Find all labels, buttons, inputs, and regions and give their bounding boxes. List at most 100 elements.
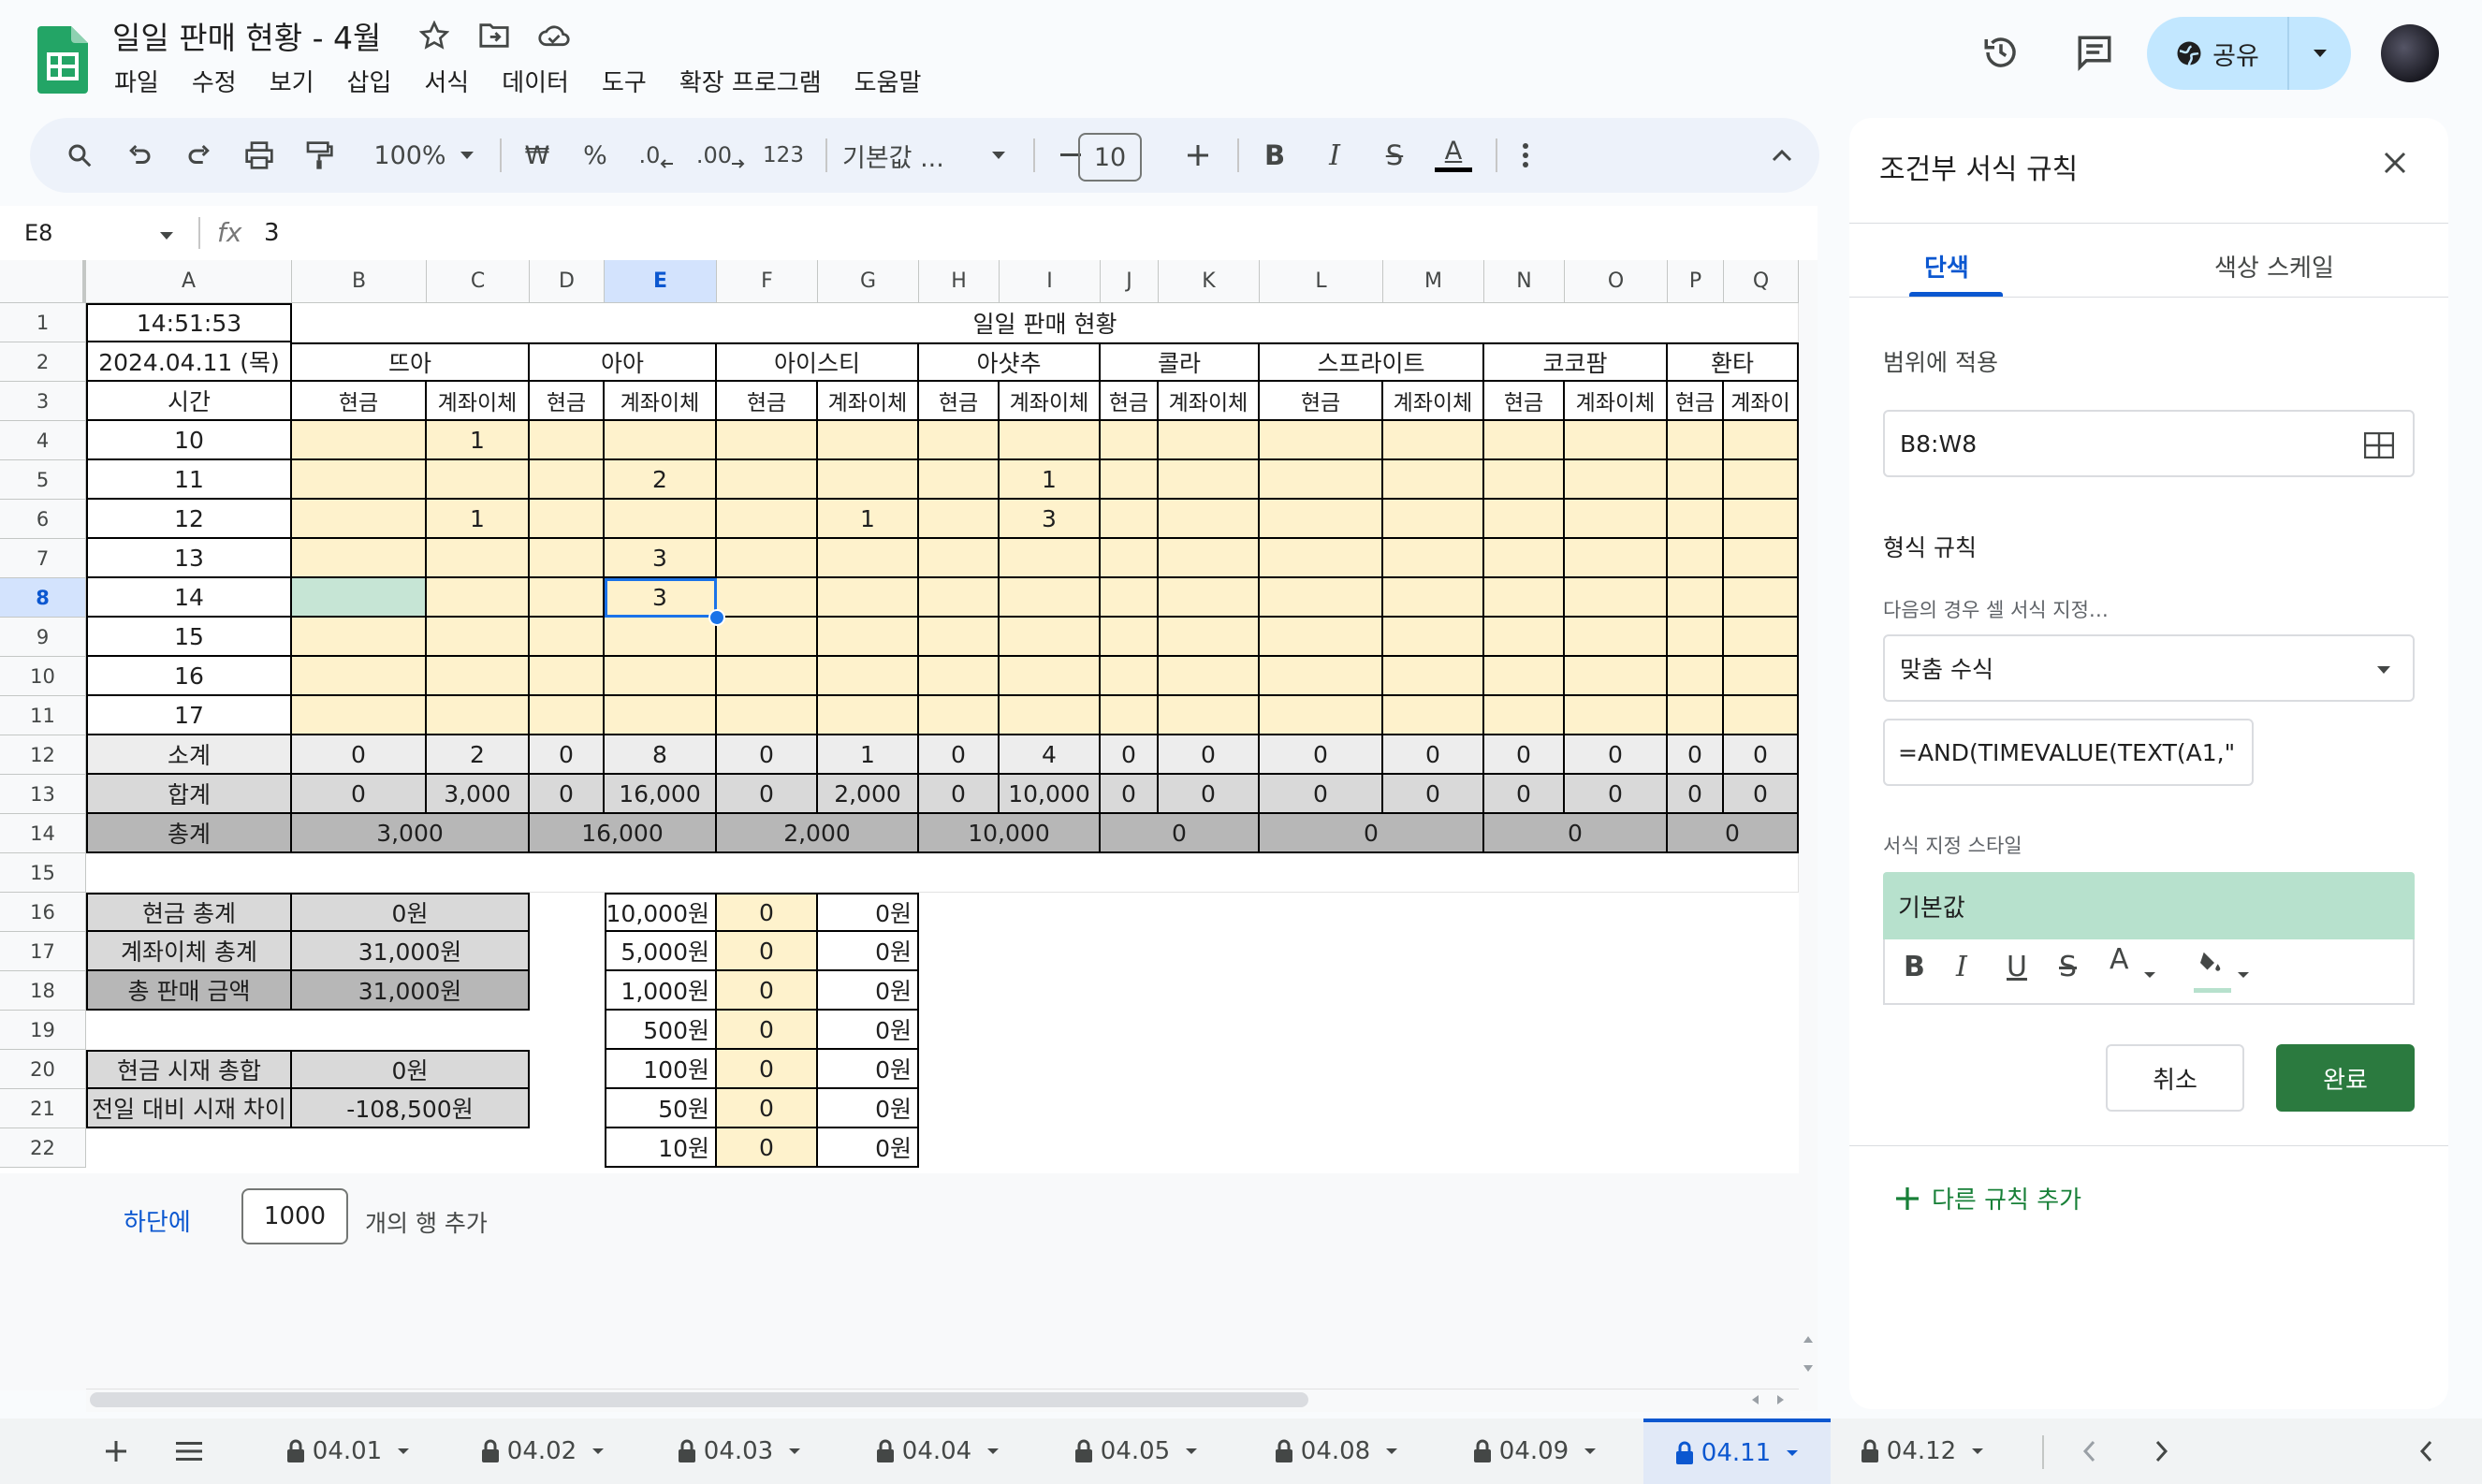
total-cell[interactable]: 0 — [1260, 814, 1484, 853]
hour-cell[interactable]: 17 — [86, 696, 292, 735]
add-rows-count-input[interactable]: 1000 — [241, 1188, 348, 1244]
sheet-tab-menu-icon[interactable] — [1385, 1448, 1398, 1455]
payment-header[interactable]: 계좌이체 — [427, 382, 530, 421]
sales-cell[interactable] — [1159, 539, 1260, 578]
sales-cell[interactable] — [605, 421, 717, 460]
denomination-amount-cell[interactable]: 0원 — [818, 932, 919, 971]
summary-value[interactable]: 0원 — [292, 1050, 530, 1089]
sales-cell[interactable] — [1484, 460, 1565, 500]
summary-value[interactable]: 31,000원 — [292, 971, 530, 1011]
comments-icon[interactable] — [2070, 28, 2119, 77]
sum-cell[interactable]: 2,000 — [818, 775, 919, 814]
sum-cell[interactable]: 0 — [1383, 775, 1484, 814]
total-label[interactable]: 총계 — [86, 814, 292, 853]
payment-header[interactable]: 계좌이체 — [1565, 382, 1668, 421]
denomination-cell[interactable]: 500원 — [605, 1011, 717, 1050]
style-text-color-button[interactable]: A — [2110, 943, 2129, 976]
row-header[interactable]: 14 — [0, 814, 86, 853]
subtotal-cell[interactable]: 0 — [292, 735, 427, 775]
sales-cell[interactable] — [530, 657, 605, 696]
sum-cell[interactable]: 16,000 — [605, 775, 717, 814]
sales-cell[interactable] — [427, 460, 530, 500]
summary-label[interactable]: 총 판매 금액 — [86, 971, 292, 1011]
condition-select[interactable]: 맞춤 수식 — [1883, 634, 2415, 702]
sum-cell[interactable]: 0 — [1159, 775, 1260, 814]
row-header[interactable]: 10 — [0, 657, 86, 696]
name-box-dropdown-icon[interactable] — [159, 226, 174, 244]
font-size-input[interactable]: 10 — [1078, 133, 1142, 182]
hour-cell[interactable]: 16 — [86, 657, 292, 696]
payment-header[interactable]: 계좌이체 — [1000, 382, 1101, 421]
denomination-count-cell[interactable]: 0 — [717, 1089, 818, 1128]
sales-cell[interactable] — [1383, 657, 1484, 696]
denomination-amount-cell[interactable]: 0원 — [818, 1011, 919, 1050]
payment-header[interactable]: 현금 — [530, 382, 605, 421]
sales-cell[interactable] — [919, 578, 1000, 618]
subtotal-cell[interactable]: 0 — [1159, 735, 1260, 775]
sales-cell[interactable]: 3 — [1000, 500, 1101, 539]
total-cell[interactable]: 0 — [1668, 814, 1799, 853]
subtotal-cell[interactable]: 0 — [1668, 735, 1724, 775]
column-header[interactable]: M — [1383, 260, 1484, 303]
done-button[interactable]: 완료 — [2276, 1044, 2415, 1112]
increase-font-size-icon[interactable] — [1179, 118, 1217, 193]
menu-view[interactable]: 보기 — [270, 64, 314, 98]
row-header[interactable]: 8 — [0, 578, 86, 618]
sales-cell[interactable] — [1565, 578, 1668, 618]
sales-cell[interactable] — [1565, 421, 1668, 460]
sales-cell[interactable] — [919, 500, 1000, 539]
sales-cell[interactable] — [292, 657, 427, 696]
denomination-count-cell[interactable]: 0 — [717, 1050, 818, 1089]
sheet-tab-menu-icon[interactable] — [1584, 1448, 1597, 1455]
fill-color-dropdown-icon[interactable] — [2237, 971, 2250, 979]
sales-cell[interactable] — [1484, 618, 1565, 657]
percent-format-button[interactable]: % — [575, 118, 616, 193]
sales-cell[interactable] — [1668, 421, 1724, 460]
clock-cell[interactable]: 14:51:53 — [86, 303, 292, 342]
add-sheet-icon[interactable] — [97, 1419, 135, 1484]
spreadsheet-grid[interactable]: A B C D E F G H I J K L M N O P Q 1 2 3 4 5 6 7 8 9 10 11 12 13 14 15 16… — [0, 260, 1799, 1173]
row-header[interactable]: 9 — [0, 618, 86, 657]
hour-cell[interactable]: 14 — [86, 578, 292, 618]
sales-cell[interactable] — [1668, 539, 1724, 578]
payment-header[interactable]: 현금 — [1101, 382, 1159, 421]
style-strikethrough-button[interactable]: S — [2059, 951, 2077, 983]
hour-cell[interactable]: 11 — [86, 460, 292, 500]
total-cell[interactable]: 3,000 — [292, 814, 530, 853]
row-header[interactable]: 19 — [0, 1011, 86, 1050]
sales-cell[interactable]: 1 — [1000, 460, 1101, 500]
payment-header[interactable]: 현금 — [1484, 382, 1565, 421]
sales-cell[interactable]: 1 — [427, 500, 530, 539]
sales-cell[interactable] — [292, 618, 427, 657]
subtotal-cell[interactable]: 4 — [1000, 735, 1101, 775]
column-header[interactable]: P — [1668, 260, 1724, 303]
denomination-cell[interactable]: 10,000원 — [605, 893, 717, 932]
sum-label[interactable]: 합계 — [86, 775, 292, 814]
sales-cell[interactable] — [1101, 421, 1159, 460]
summary-value[interactable]: -108,500원 — [292, 1089, 530, 1128]
sales-cell[interactable] — [1724, 618, 1799, 657]
sales-cell[interactable] — [1260, 578, 1383, 618]
sales-cell[interactable] — [292, 696, 427, 735]
sales-cell[interactable] — [717, 539, 818, 578]
sales-cell[interactable] — [292, 578, 427, 618]
print-icon[interactable] — [238, 118, 281, 193]
close-icon[interactable] — [2383, 146, 2407, 183]
share-dropdown-icon[interactable] — [2289, 48, 2351, 59]
row-header[interactable]: 7 — [0, 539, 86, 578]
total-cell[interactable]: 0 — [1484, 814, 1668, 853]
payment-header[interactable]: 현금 — [1260, 382, 1383, 421]
total-cell[interactable]: 10,000 — [919, 814, 1101, 853]
sales-cell[interactable] — [1668, 578, 1724, 618]
scroll-right-icon[interactable] — [1776, 1394, 1786, 1405]
denomination-cell[interactable]: 1,000원 — [605, 971, 717, 1011]
sheet-tab-menu-icon[interactable] — [591, 1448, 605, 1455]
zoom-select[interactable]: 100% — [363, 118, 457, 193]
payment-header[interactable]: 계좌이체 — [1383, 382, 1484, 421]
decrease-decimal-button[interactable]: .0 — [633, 118, 679, 193]
sheet-tab-menu-icon[interactable] — [1185, 1448, 1198, 1455]
sum-cell[interactable]: 0 — [717, 775, 818, 814]
increase-decimal-button[interactable]: .00 — [694, 118, 747, 193]
payment-header[interactable]: 계좌이체 — [605, 382, 717, 421]
sales-cell[interactable] — [1383, 578, 1484, 618]
